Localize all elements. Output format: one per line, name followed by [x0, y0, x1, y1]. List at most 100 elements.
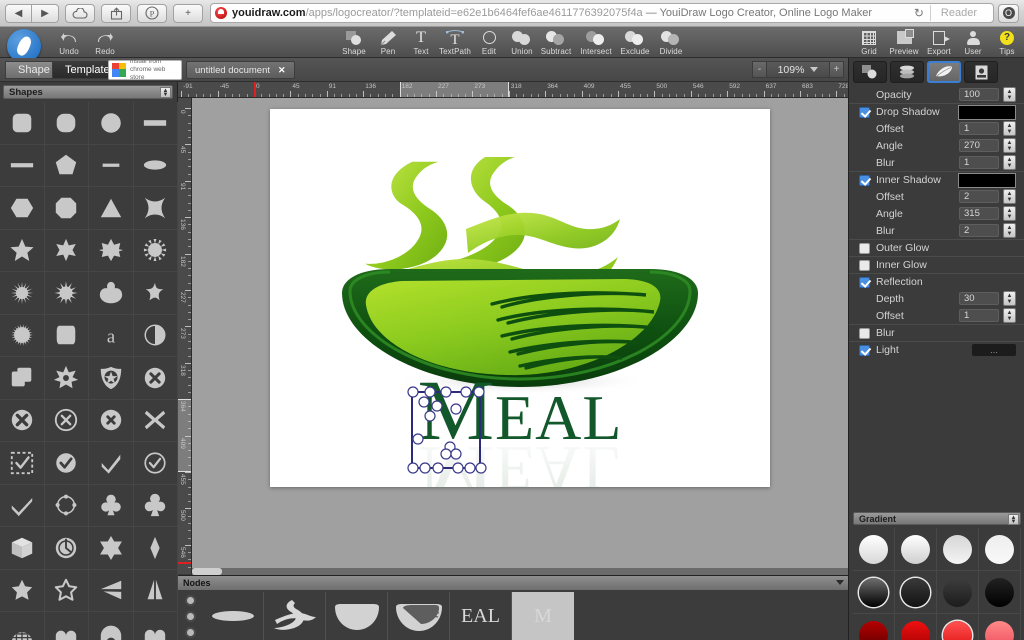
node-steam-swirl[interactable] — [264, 592, 326, 640]
shape-cell-half-moon[interactable] — [133, 314, 178, 357]
drop-shadow-offset-value[interactable]: 1 — [959, 122, 999, 135]
light-checkbox[interactable] — [859, 344, 870, 356]
gradient-white-2[interactable] — [901, 534, 930, 564]
shape-cell-octagon[interactable] — [44, 187, 89, 230]
artboard[interactable]: MEAL MEAL — [270, 109, 770, 524]
gradient-cell-gradient-white-2[interactable] — [895, 528, 937, 571]
shape-cell-globe-circle[interactable] — [44, 527, 89, 570]
address-bar[interactable]: youidraw.com/apps/logocreator/?templatei… — [210, 3, 994, 23]
drop-shadow-angle-stepper[interactable]: ▲ ▼ — [1003, 138, 1016, 153]
redo-button[interactable]: Redo — [82, 29, 128, 59]
shape-cell-starburst-8[interactable] — [89, 229, 134, 272]
node-bowl-outline[interactable] — [388, 592, 450, 640]
chevron-down-icon[interactable] — [810, 67, 819, 72]
gradient-pink-red[interactable] — [985, 620, 1014, 640]
gradient-cell-gradient-pink-red[interactable] — [979, 614, 1021, 640]
shape-cell-rounded-square[interactable] — [0, 102, 45, 145]
shape-cell-x-circle-thick[interactable] — [0, 399, 45, 442]
inner-shadow-offset-stepper[interactable]: ▲ ▼ — [1003, 189, 1016, 204]
reflection-depth-stepper[interactable]: ▲ ▼ — [1003, 291, 1016, 306]
chevron-down-icon[interactable] — [836, 580, 844, 585]
shape-cell-x-circle-outline[interactable] — [44, 399, 89, 442]
reflection-checkbox[interactable] — [859, 276, 870, 288]
zoom-out-button[interactable]: - — [752, 61, 767, 78]
shape-cell-x-star-4[interactable] — [133, 187, 178, 230]
gradient-cell-gradient-black-2[interactable] — [895, 571, 937, 614]
document-tab[interactable]: untitled document ✕ — [186, 61, 295, 79]
shape-cell-diamond[interactable] — [133, 527, 178, 570]
outer-glow-checkbox[interactable] — [859, 242, 870, 254]
reflection-depth-value[interactable]: 30 — [959, 292, 999, 305]
shape-cell-check-mark[interactable] — [0, 484, 45, 527]
shape-cell-pages-stack[interactable] — [0, 357, 45, 400]
reader-button[interactable]: Reader — [929, 5, 987, 21]
shape-cell-star-of-david[interactable] — [89, 527, 134, 570]
shape-cell-bar-thin[interactable] — [0, 144, 45, 187]
shape-cell-club-filled[interactable] — [89, 484, 134, 527]
inner-glow-checkbox[interactable] — [859, 259, 870, 271]
shape-cell-pentagon[interactable] — [44, 144, 89, 187]
shape-cell-cloud-bumps[interactable] — [45, 612, 89, 640]
shapes-panel-header[interactable]: Shapes ▲ ▼ — [3, 85, 173, 99]
shape-cell-sunburst-12[interactable] — [44, 272, 89, 315]
nodes-panel-header[interactable]: Nodes — [178, 576, 848, 590]
shape-cell-cube-3d[interactable] — [0, 527, 45, 570]
shape-cell-dome-grid[interactable] — [0, 612, 45, 640]
canvas-horizontal-scrollbar[interactable] — [192, 568, 848, 575]
effects-tab[interactable] — [927, 61, 961, 83]
tool-divide[interactable]: Divide — [648, 29, 694, 59]
gradient-stepper[interactable]: ▲ ▼ — [1008, 514, 1019, 525]
shape-cell-club-outline[interactable] — [133, 484, 178, 527]
inner-shadow-offset-value[interactable]: 2 — [959, 190, 999, 203]
shape-cell-x-mark[interactable] — [133, 399, 178, 442]
shape-cell-star-rounded-filled[interactable] — [0, 569, 45, 612]
opacity-stepper[interactable]: ▲ ▼ — [1003, 87, 1016, 102]
shape-cell-squircle[interactable] — [44, 102, 89, 145]
share-icon[interactable] — [101, 3, 131, 23]
canvas-area[interactable]: MEAL MEAL — [192, 98, 848, 574]
reload-icon[interactable]: ↻ — [914, 6, 924, 20]
shape-cell-star-5-rounded[interactable] — [133, 272, 178, 315]
gradient-white-3[interactable] — [943, 534, 972, 564]
new-tab-button[interactable]: + — [173, 3, 203, 23]
inner-shadow-blur-stepper[interactable]: ▲ ▼ — [1003, 223, 1016, 238]
shape-cell-checkbox-dashed[interactable] — [0, 442, 45, 485]
node-rail-dot-2[interactable] — [184, 610, 196, 622]
shape-cell-check-mark-bold[interactable] — [89, 442, 134, 485]
inner-shadow-checkbox[interactable] — [859, 174, 870, 186]
gradient-cell-gradient-white-1[interactable] — [853, 528, 895, 571]
gradient-cell-gradient-black-1[interactable] — [853, 571, 895, 614]
shape-cell-ellipse[interactable] — [133, 144, 178, 187]
gradient-cell-gradient-white-3[interactable] — [937, 528, 979, 571]
shape-cell-sheriff-badge[interactable] — [44, 357, 89, 400]
shape-cell-bar-wide[interactable] — [133, 102, 178, 145]
inner-shadow-blur-value[interactable]: 2 — [959, 224, 999, 237]
pinterest-icon[interactable]: P — [137, 3, 167, 23]
shape-cell-sunburst-16[interactable] — [0, 272, 45, 315]
drop-shadow-checkbox[interactable] — [859, 106, 870, 118]
shape-cell-cone-left[interactable] — [89, 569, 134, 612]
blur-checkbox[interactable] — [859, 327, 870, 339]
reflection-offset-stepper[interactable]: ▲ ▼ — [1003, 308, 1016, 323]
drop-shadow-offset-stepper[interactable]: ▲ ▼ — [1003, 121, 1016, 136]
inner-shadow-color-swatch[interactable] — [958, 173, 1016, 188]
drop-shadow-angle-value[interactable]: 270 — [959, 139, 999, 152]
gradient-red-dark-1[interactable] — [859, 620, 888, 640]
gradient-red-1[interactable] — [901, 620, 930, 640]
gradient-white-1[interactable] — [859, 534, 888, 564]
zoom-in-button[interactable]: + — [829, 61, 844, 78]
shapes-panel-stepper[interactable]: ▲ ▼ — [160, 87, 171, 98]
shape-cell-x-circle-small[interactable] — [89, 399, 134, 442]
document-tab-icon[interactable] — [964, 61, 998, 83]
shape-cell-gear-circle[interactable] — [0, 314, 45, 357]
reflection-offset-value[interactable]: 1 — [959, 309, 999, 322]
shape-cell-x-circle-filled[interactable] — [133, 357, 178, 400]
shape-cell-bar-short[interactable] — [89, 144, 134, 187]
opacity-value[interactable]: 100 — [959, 88, 999, 101]
gradient-cell-gradient-white-4[interactable] — [979, 528, 1021, 571]
shape-cell-star-6[interactable] — [44, 229, 89, 272]
fill-tab[interactable] — [853, 61, 887, 83]
shape-cell-starburst-12[interactable] — [133, 229, 178, 272]
logo-artwork[interactable]: MEAL MEAL — [270, 109, 770, 524]
node-rail-dot-3[interactable] — [184, 626, 196, 638]
